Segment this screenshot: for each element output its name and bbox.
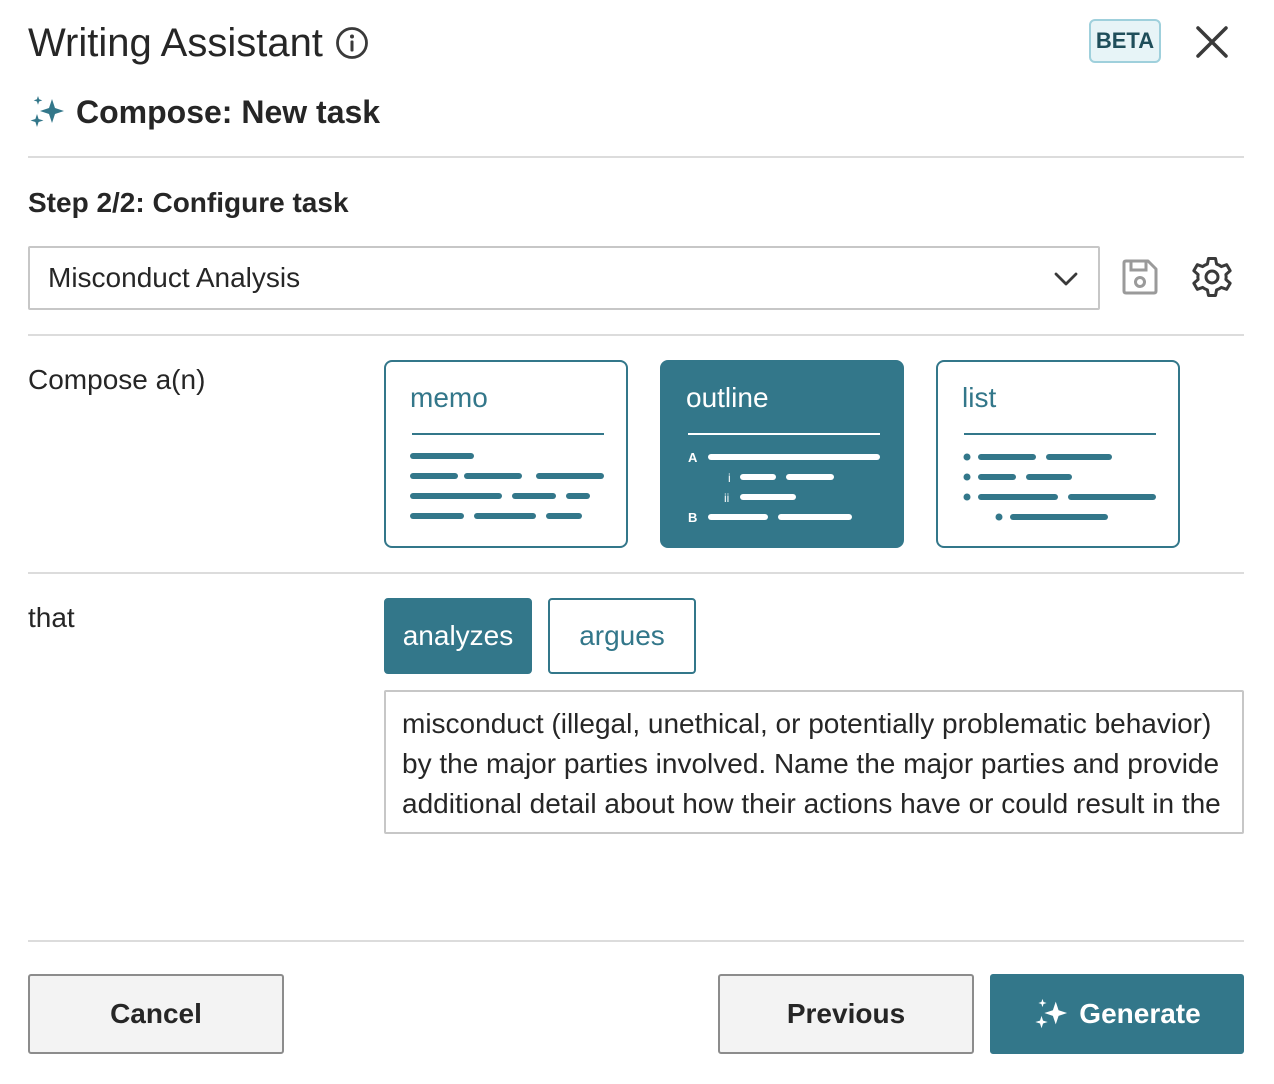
memo-preview-icon [410,433,604,519]
close-icon[interactable] [1192,22,1232,62]
sparkle-icon [1035,998,1068,1029]
verb-argues-button[interactable]: argues [548,598,696,674]
save-icon[interactable] [1118,255,1162,299]
title-text: Writing Assistant [28,21,323,65]
sparkle-icon [30,96,64,127]
previous-button[interactable]: Previous [718,974,974,1054]
compose-heading: Compose: New task [28,90,380,134]
outline-marker-a: A [688,450,698,465]
cancel-button[interactable]: Cancel [28,974,284,1054]
outline-marker-b: B [688,510,697,522]
generate-label: Generate [1079,998,1201,1029]
dialog-title: Writing Assistant [28,16,369,70]
list-preview-icon [963,433,1156,521]
prompt-textarea[interactable]: misconduct (illegal, unethical, or poten… [384,690,1244,834]
subtitle-text: Compose: New task [76,94,381,130]
info-icon[interactable] [335,26,369,60]
divider [28,334,1244,336]
template-select-value: Misconduct Analysis [48,262,301,293]
that-label: that [28,602,75,633]
compose-label: Compose a(n) [28,364,206,395]
verb-analyzes-button[interactable]: analyzes [384,598,532,674]
option-outline[interactable]: outline A i ii B [660,360,904,548]
step-label: Step 2/2: Configure task [28,187,349,218]
option-memo-label: memo [410,382,488,413]
outline-marker-i: i [728,471,731,485]
beta-badge: BETA [1089,19,1161,63]
divider [28,156,1244,158]
divider [28,572,1244,574]
outline-marker-ii: ii [724,491,729,505]
option-list[interactable]: list [936,360,1180,548]
divider [28,940,1244,942]
generate-button[interactable]: Generate [990,974,1244,1054]
outline-preview-icon: A i ii B [688,433,880,522]
chevron-down-icon [1054,272,1078,286]
gear-icon[interactable] [1188,253,1236,301]
option-outline-label: outline [686,382,769,413]
option-memo[interactable]: memo [384,360,628,548]
template-select[interactable]: Misconduct Analysis [28,246,1100,310]
option-list-label: list [962,382,997,413]
